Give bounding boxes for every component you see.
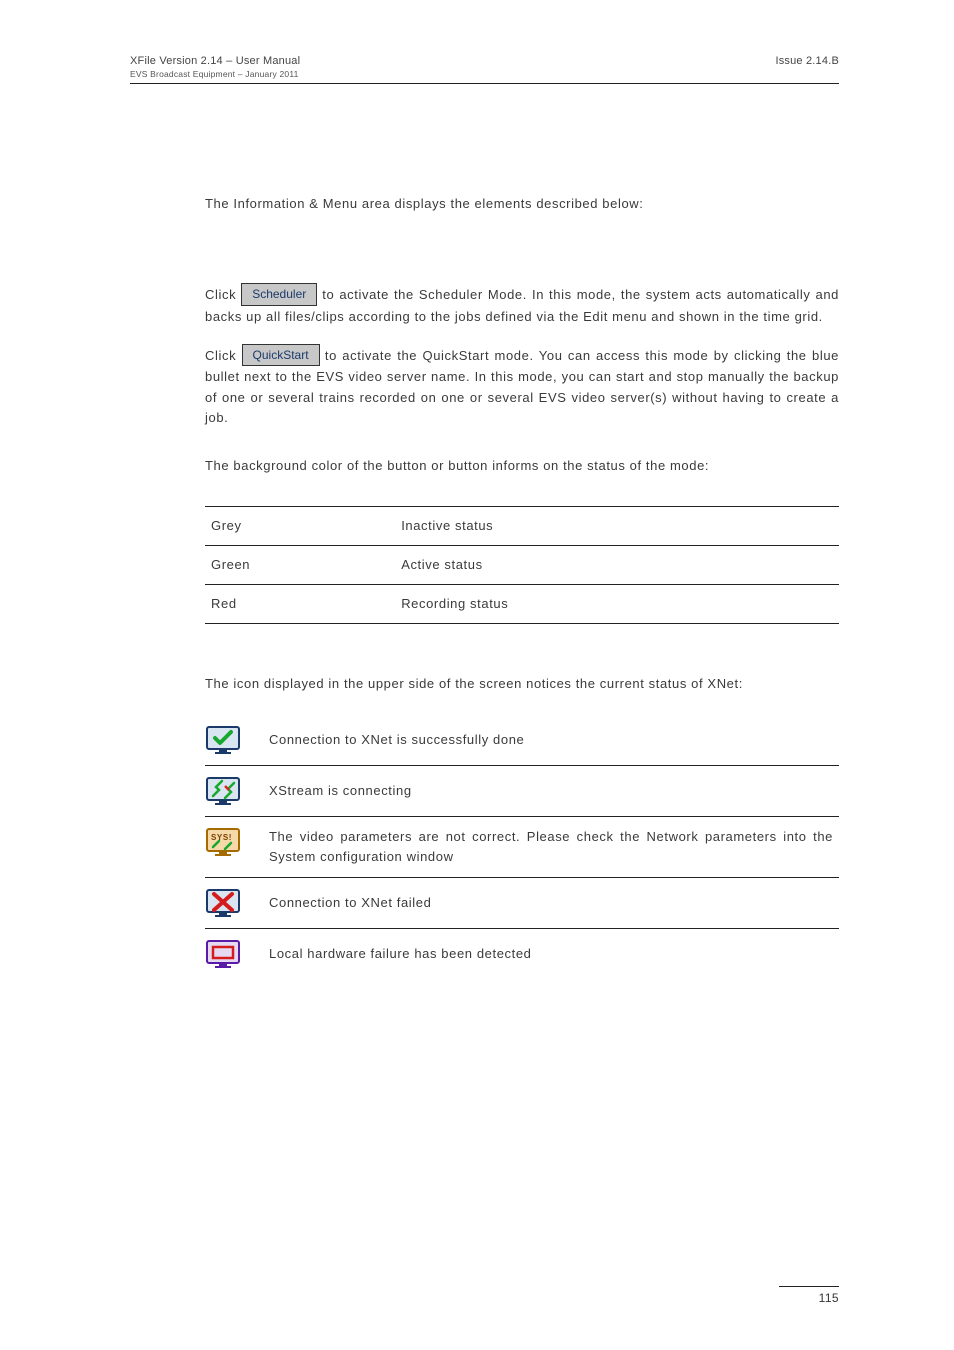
table-row: Grey Inactive status [205, 507, 839, 546]
page-footer: 115 [779, 1286, 839, 1305]
xnet-row-text: Local hardware failure has been detected [263, 928, 839, 979]
xnet-row-text: Connection to XNet failed [263, 877, 839, 928]
bgtext-1: The background color of the [205, 458, 387, 473]
header-title: XFile Version 2.14 – User Manual [130, 55, 300, 67]
status-table: Grey Inactive status Green Active status… [205, 506, 839, 624]
color-cell: Green [205, 546, 395, 585]
table-row: Connection to XNet is successfully done [205, 715, 839, 766]
header-issue: Issue 2.14.B [775, 55, 839, 79]
xnet-ok-icon [205, 725, 241, 755]
status-cell: Recording status [395, 585, 839, 624]
table-row: SYS! The video parameters are not correc… [205, 816, 839, 877]
xnet-row-text: Connection to XNet is successfully done [263, 715, 839, 766]
table-row: Green Active status [205, 546, 839, 585]
status-cell: Inactive status [395, 507, 839, 546]
header-sub: EVS Broadcast Equipment – January 2011 [130, 69, 300, 79]
page-number: 115 [779, 1291, 839, 1305]
xnet-sys-icon: SYS! [205, 827, 241, 857]
xnet-fail-icon [205, 888, 241, 918]
xnet-row-text: XStream is connecting [263, 765, 839, 816]
table-row: XStream is connecting [205, 765, 839, 816]
xnet-connecting-icon [205, 776, 241, 806]
xnet-hw-icon [205, 939, 241, 969]
bgtext-3: button informs on the status of the mode… [448, 458, 709, 473]
table-row: Connection to XNet failed [205, 877, 839, 928]
table-row: Red Recording status [205, 585, 839, 624]
table-row: Local hardware failure has been detected [205, 928, 839, 979]
intro-text: The Information & Menu area displays the… [205, 194, 839, 214]
status-cell: Active status [395, 546, 839, 585]
bgcolor-paragraph: The background color of the button or bu… [205, 456, 839, 476]
quickstart-button[interactable]: QuickStart [242, 344, 320, 367]
svg-text:SYS!: SYS! [211, 833, 232, 842]
quickstart-prefix: Click [205, 348, 242, 363]
color-cell: Grey [205, 507, 395, 546]
scheduler-prefix: Click [205, 287, 241, 302]
xnet-row-text: The video parameters are not correct. Pl… [263, 816, 839, 877]
scheduler-paragraph: Click Scheduler to activate the Schedule… [205, 284, 839, 327]
bgtext-2: button or [387, 458, 448, 473]
xnet-intro: The icon displayed in the upper side of … [205, 674, 839, 694]
xnet-table: Connection to XNet is successfully done [205, 715, 839, 979]
color-cell: Red [205, 585, 395, 624]
quickstart-paragraph: Click QuickStart to activate the QuickSt… [205, 345, 839, 428]
scheduler-button[interactable]: Scheduler [241, 283, 317, 306]
